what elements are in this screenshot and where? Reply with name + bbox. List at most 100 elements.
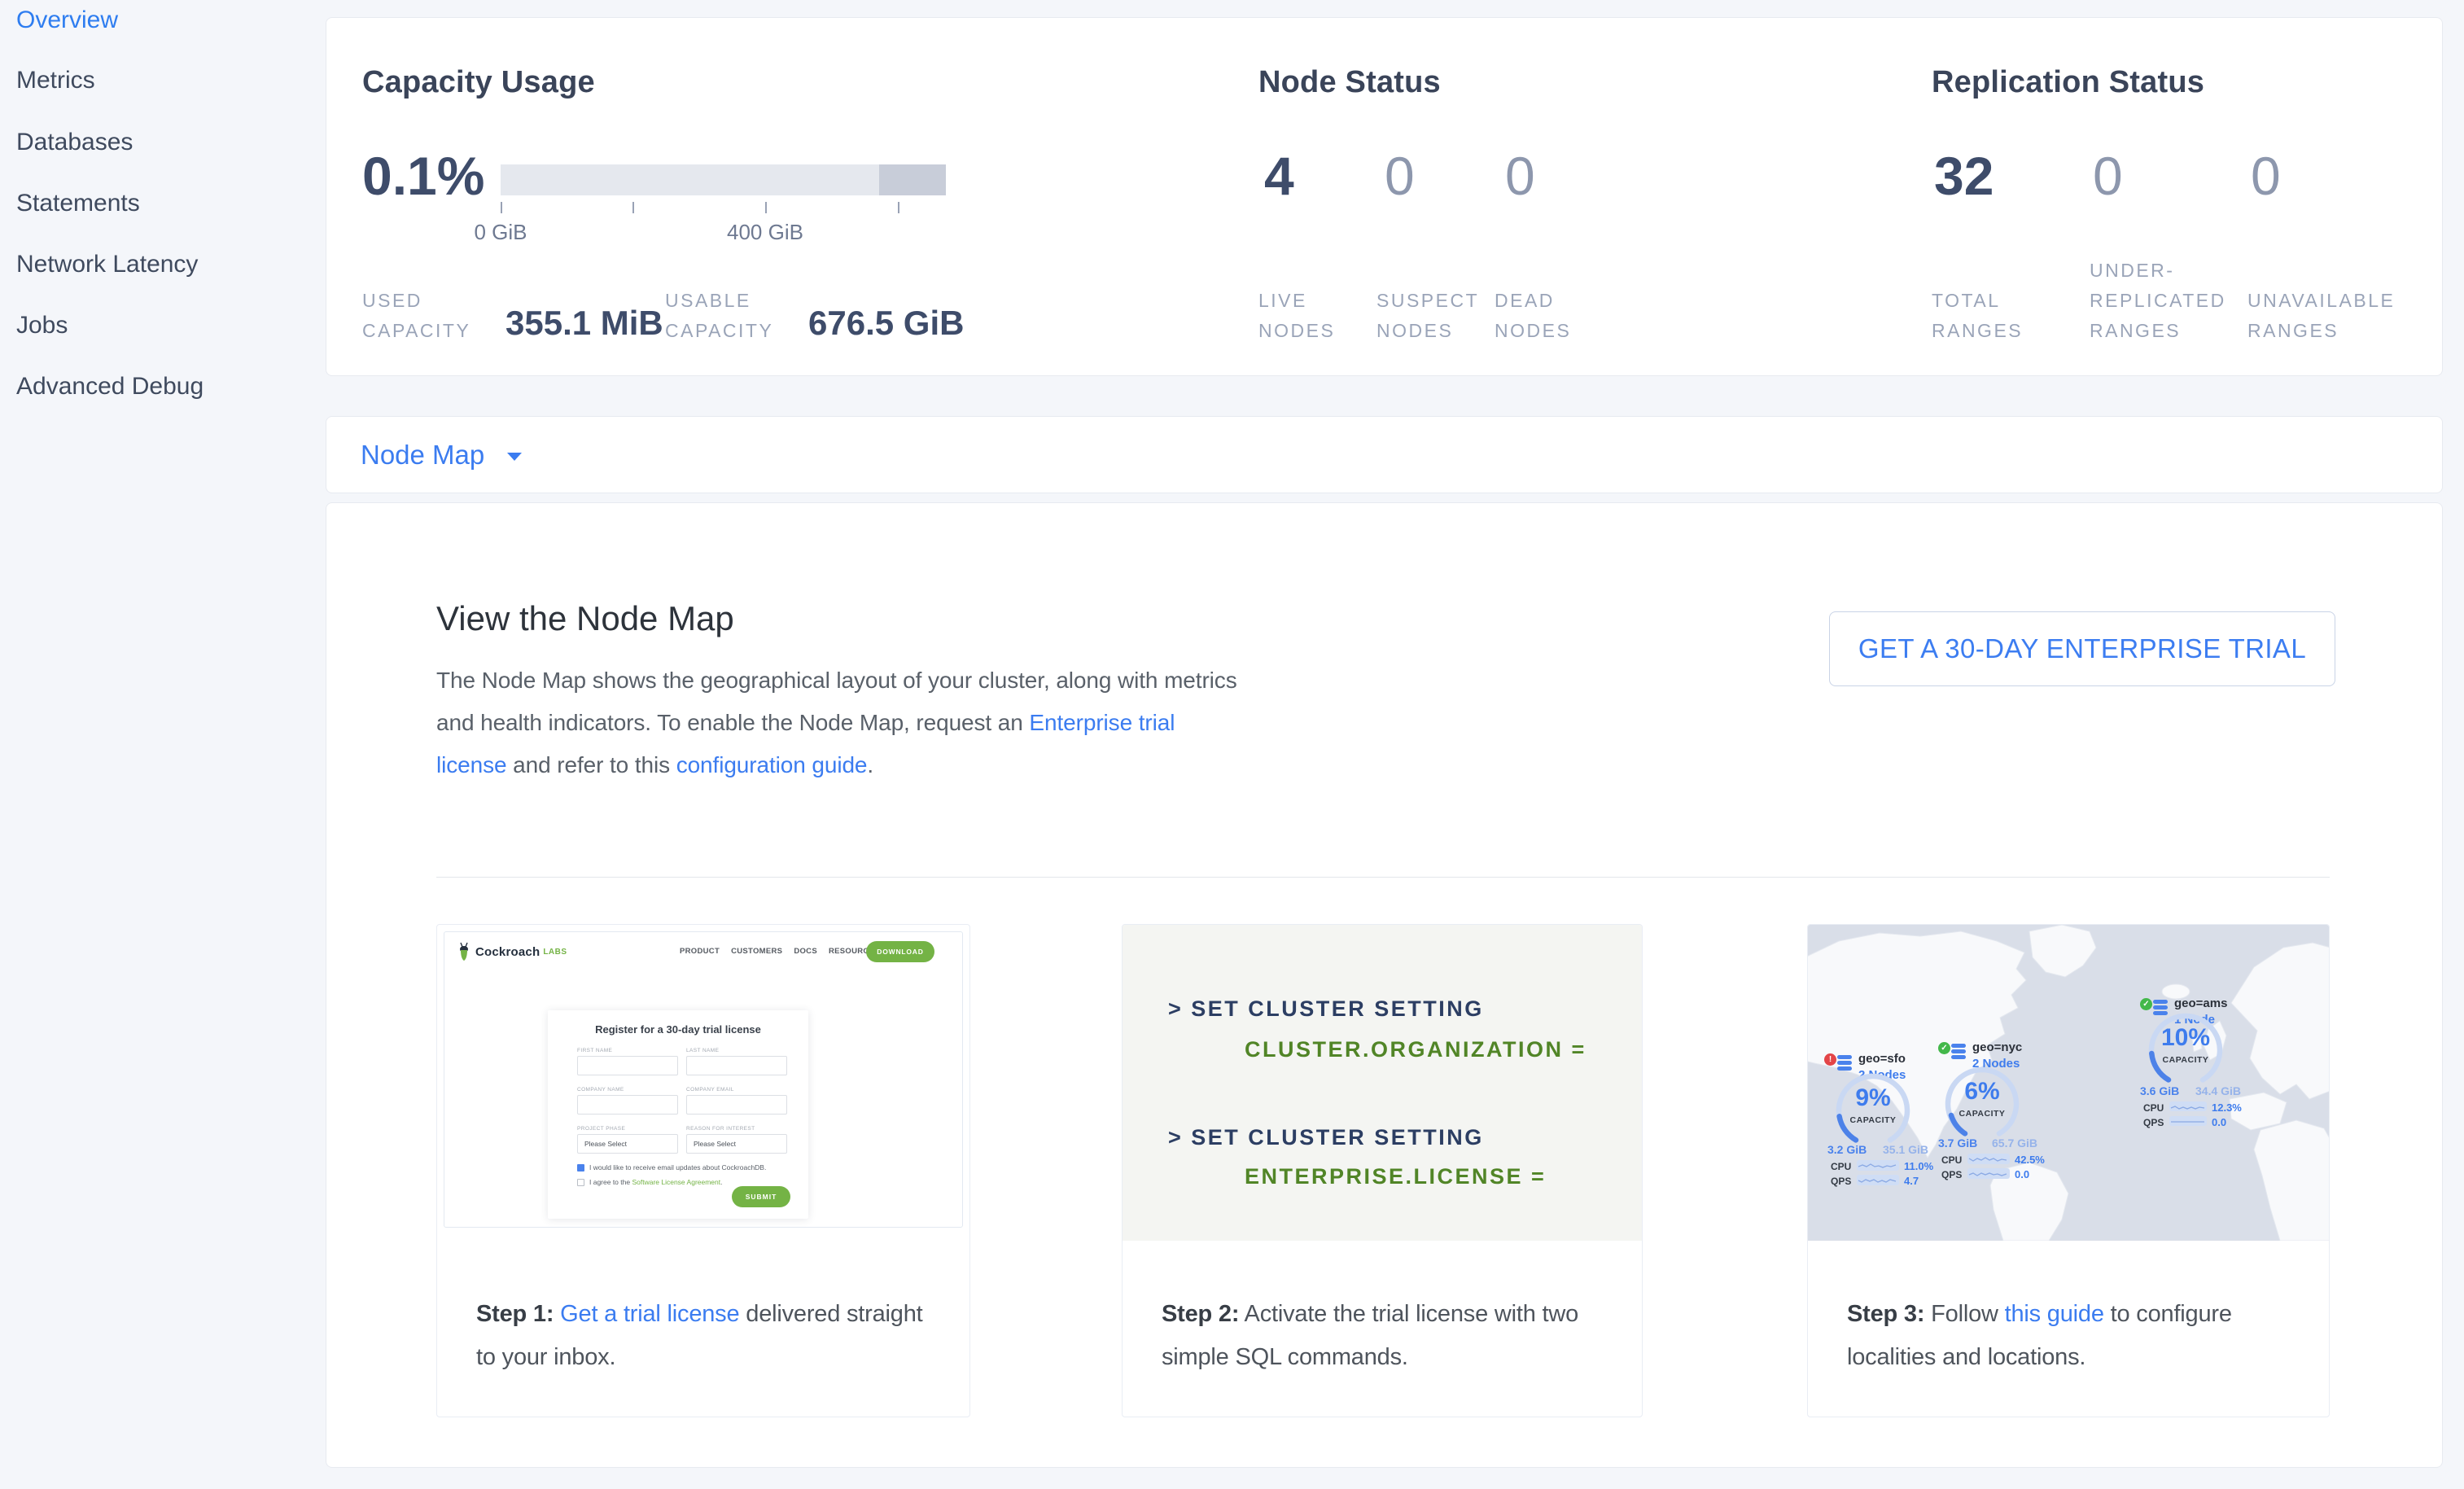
gauge-label: CAPACITY: [1834, 1115, 1912, 1125]
suspect-nodes-value: 0: [1385, 147, 1415, 205]
capacity-axis: 0 GiB 400 GiB: [501, 199, 946, 247]
usable-capacity-label: USABLE CAPACITY: [665, 286, 812, 346]
sql-line-2: CLUSTER.ORGANIZATION =: [1245, 1037, 1587, 1062]
cpu-label: CPU: [1831, 1161, 1851, 1172]
desc-text: .: [867, 752, 873, 777]
sidebar-item-statements[interactable]: Statements: [16, 188, 140, 219]
gauge-label: CAPACITY: [2147, 1055, 2225, 1065]
get-trial-license-link[interactable]: Get a trial license: [560, 1301, 739, 1327]
total-gib: 35.1 GiB: [1883, 1143, 1928, 1156]
field-label: REASON FOR INTEREST: [686, 1126, 755, 1132]
qps-label: QPS: [1941, 1169, 1962, 1180]
cpu-sparkline: [2169, 1101, 2207, 1111]
reason-select: Please Select: [686, 1134, 787, 1154]
live-nodes-value: 4: [1264, 147, 1294, 205]
axis-tick-0gib: 0 GiB: [452, 220, 549, 245]
checkbox-empty-icon: [577, 1179, 584, 1186]
checkbox-text: I would like to receive email updates ab…: [589, 1163, 766, 1171]
sidebar-item-network-latency[interactable]: Network Latency: [16, 249, 198, 280]
sql-line-4: ENTERPRISE.LICENSE =: [1245, 1164, 1546, 1189]
node-map-thumbnail: ! geo=sfo 2 Nodes 9% CAPACITY 3.2 GiB 35…: [1808, 925, 2330, 1241]
registration-site-thumbnail: Cockroach LABS PRODUCT CUSTOMERS DOCS RE…: [444, 931, 963, 1228]
dead-nodes-label: DEAD NODES: [1495, 286, 1592, 346]
mini-nav-customers: CUSTOMERS: [731, 947, 782, 956]
qps-value: 0.0: [2212, 1116, 2226, 1128]
trial-license-form: Register for a 30-day trial license FIRS…: [548, 1010, 808, 1219]
step3-card: ! geo=sfo 2 Nodes 9% CAPACITY 3.2 GiB 35…: [1807, 924, 2330, 1417]
qps-value: 0.0: [2015, 1168, 2029, 1180]
unavailable-ranges-label: UNAVAILABLE RANGES: [2247, 286, 2425, 346]
capacity-percent: 0.1%: [362, 147, 484, 205]
sidebar: Overview Metrics Databases Statements Ne…: [0, 0, 326, 1489]
unavailable-ranges-value: 0: [2251, 147, 2281, 205]
brand-suffix: LABS: [543, 948, 567, 957]
qps-sparkline: [1857, 1175, 1899, 1185]
checkbox-text: I agree to the Software License Agreemen…: [589, 1178, 723, 1186]
mini-download-button: DOWNLOAD: [866, 941, 934, 962]
brand-name: Cockroach: [475, 945, 540, 959]
qps-sparkline: [1967, 1168, 2010, 1179]
field-label: COMPANY EMAIL: [686, 1087, 734, 1093]
company-email-input: [686, 1095, 787, 1115]
field-label: COMPANY NAME: [577, 1087, 624, 1093]
panel-title: View the Node Map: [436, 599, 734, 638]
last-name-input: [686, 1056, 787, 1075]
step1-caption: Step 1: Get a trial license delivered st…: [476, 1293, 944, 1379]
sidebar-item-advanced-debug[interactable]: Advanced Debug: [16, 371, 204, 402]
ok-badge-icon: ✓: [2140, 998, 2152, 1010]
first-name-input: [577, 1056, 678, 1075]
cpu-sparkline: [1967, 1154, 2010, 1164]
field-label: PROJECT PHASE: [577, 1126, 625, 1132]
this-guide-link[interactable]: this guide: [2005, 1301, 2104, 1327]
form-title: Register for a 30-day trial license: [548, 1023, 808, 1036]
qps-label: QPS: [1831, 1176, 1851, 1187]
sidebar-item-jobs[interactable]: Jobs: [16, 310, 68, 341]
capacity-bar: [501, 164, 946, 195]
divider: [436, 877, 2330, 878]
gauge-percent: 6%: [1943, 1078, 2021, 1106]
sidebar-item-overview[interactable]: Overview: [16, 5, 118, 36]
field-label: FIRST NAME: [577, 1048, 612, 1053]
chevron-down-icon: [505, 451, 523, 462]
replication-status-title: Replication Status: [1932, 65, 2204, 100]
node-status-title: Node Status: [1258, 65, 1441, 100]
used-gib: 3.7 GiB: [1938, 1136, 1977, 1150]
view-selector-bar: Node Map: [326, 416, 2443, 493]
used-gib: 3.2 GiB: [1827, 1143, 1867, 1156]
suspect-nodes-label: SUSPECT NODES: [1376, 286, 1486, 346]
capacity-gauge: 9% CAPACITY: [1834, 1071, 1912, 1150]
sidebar-item-metrics[interactable]: Metrics: [16, 65, 95, 96]
cluster-summary-card: Capacity Usage 0.1% 0 GiB 400 GiB USED C…: [326, 17, 2443, 376]
gauge-percent: 10%: [2147, 1024, 2225, 1052]
email-updates-checkbox: I would like to receive email updates ab…: [577, 1163, 789, 1171]
sidebar-item-databases[interactable]: Databases: [16, 127, 133, 158]
step1-card: Cockroach LABS PRODUCT CUSTOMERS DOCS RE…: [436, 924, 970, 1417]
mini-submit-button: SUBMIT: [732, 1186, 790, 1207]
license-agreement-checkbox: I agree to the Software License Agreemen…: [577, 1178, 789, 1186]
dead-nodes-value: 0: [1505, 147, 1535, 205]
under-replicated-label: UNDER-REPLICATED RANGES: [2090, 256, 2267, 346]
checkbox-checked-icon: [577, 1164, 584, 1171]
used-gib: 3.6 GiB: [2140, 1084, 2179, 1097]
cockroach-logo-icon: [457, 942, 470, 961]
company-name-input: [577, 1095, 678, 1115]
cpu-value: 42.5%: [2015, 1154, 2045, 1166]
mini-nav-docs: DOCS: [794, 947, 817, 956]
step2-caption: Step 2: Activate the trial license with …: [1162, 1293, 1630, 1379]
sql-line-1: > SET CLUSTER SETTING: [1168, 996, 1484, 1022]
axis-tick-400gib: 400 GiB: [716, 220, 814, 245]
total-ranges-label: TOTAL RANGES: [1932, 286, 2046, 346]
cpu-label: CPU: [1941, 1154, 1962, 1166]
database-stack-icon: [1951, 1044, 1966, 1061]
node-map-dropdown[interactable]: Node Map: [361, 417, 523, 493]
used-capacity-label: USED CAPACITY: [362, 286, 501, 346]
step2-card: > SET CLUSTER SETTING CLUSTER.ORGANIZATI…: [1122, 924, 1643, 1417]
database-stack-icon: [1837, 1055, 1852, 1072]
gauge-label: CAPACITY: [1943, 1109, 2021, 1119]
capacity-gauge: 10% CAPACITY: [2147, 1011, 2225, 1089]
usable-capacity-value: 676.5 GiB: [808, 304, 964, 343]
under-replicated-value: 0: [2093, 147, 2123, 205]
configuration-guide-link[interactable]: configuration guide: [676, 752, 868, 777]
get-enterprise-trial-button[interactable]: GET A 30-DAY ENTERPRISE TRIAL: [1829, 611, 2335, 686]
warning-badge-icon: !: [1824, 1053, 1836, 1066]
